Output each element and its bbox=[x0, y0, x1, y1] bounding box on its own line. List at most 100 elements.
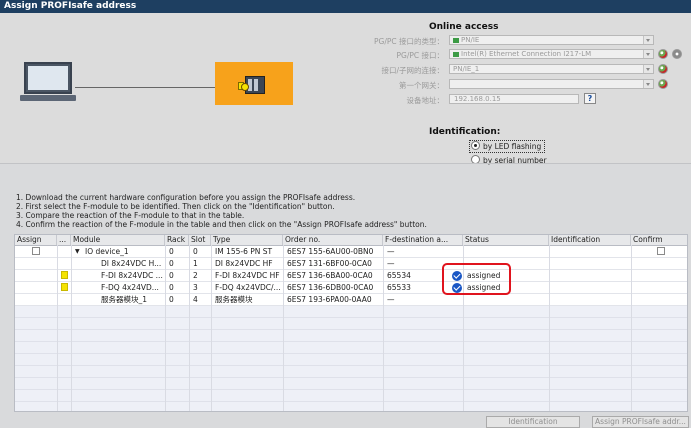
pgpc-laptop-icon bbox=[20, 62, 76, 104]
status-highlight-annotation bbox=[442, 263, 511, 295]
led-flashing-radio[interactable] bbox=[471, 141, 480, 150]
slot-value: 0 bbox=[193, 247, 198, 256]
device-address-field[interactable]: 192.168.0.15 bbox=[449, 94, 579, 104]
online-access-area: Online access PG/PC 接口的类型： PN/IE PG/PC 接… bbox=[0, 13, 691, 165]
col-assign[interactable]: Assign bbox=[15, 235, 57, 245]
rack-value: 0 bbox=[169, 247, 174, 256]
empty-row bbox=[15, 354, 687, 366]
pgpc-type-value: PN/IE bbox=[461, 36, 480, 44]
instruction-step-2: 2. First select the F-module to be ident… bbox=[16, 202, 335, 211]
empty-row bbox=[15, 366, 687, 378]
status-value bbox=[465, 246, 549, 257]
subnet-connection-select[interactable]: PN/IE_1 bbox=[449, 64, 654, 74]
assign-checkbox[interactable] bbox=[32, 247, 40, 255]
module-name: DI 8x24VDC H... bbox=[101, 259, 162, 268]
online-access-title: Online access bbox=[429, 22, 499, 32]
gateway-status-icon[interactable] bbox=[658, 79, 668, 89]
instruction-step-1: 1. Download the current hardware configu… bbox=[16, 193, 356, 202]
table-row[interactable]: F-DI 8x24VDC ... 0 2 F-DI 8x24VDC HF 6ES… bbox=[15, 270, 687, 282]
pgpc-interface-select[interactable]: Intel(R) Ethernet Connection I217-LM bbox=[449, 49, 654, 59]
table-row[interactable]: 服务器模块_1 0 4 服务器模块 6ES7 193-6PA00-0AA0 — bbox=[15, 294, 687, 306]
identification-title: Identification: bbox=[429, 127, 501, 137]
order-no-value: 6ES7 131-6BF00-0CA0 bbox=[287, 259, 372, 268]
col-order-no[interactable]: Order no. bbox=[283, 235, 383, 245]
col-confirm[interactable]: Confirm bbox=[631, 235, 687, 245]
type-value: F-DQ 4x24VDC/... bbox=[215, 283, 281, 292]
status-value bbox=[465, 294, 549, 305]
expand-arrow-icon[interactable]: ▼ bbox=[73, 246, 83, 257]
first-gateway-label: 第一个网关： bbox=[399, 81, 444, 90]
column-divider bbox=[631, 245, 632, 411]
module-name: IO device_1 bbox=[85, 247, 129, 256]
type-value: 服务器模块 bbox=[215, 295, 253, 304]
column-divider bbox=[57, 245, 58, 411]
module-name: F-DI 8x24VDC ... bbox=[101, 271, 163, 280]
col-status[interactable]: Status bbox=[463, 235, 549, 245]
empty-row bbox=[15, 330, 687, 342]
module-name: F-DQ 4x24VD... bbox=[101, 283, 159, 292]
subnet-connection-value: PN/IE_1 bbox=[453, 65, 480, 73]
table-row[interactable]: ▼ IO device_1 0 0 IM 155-6 PN ST 6ES7 15… bbox=[15, 246, 687, 258]
f-module-marker-icon bbox=[61, 271, 68, 279]
chevron-down-icon[interactable] bbox=[643, 80, 653, 88]
f-destination-value: — bbox=[387, 295, 395, 304]
table-row[interactable]: DI 8x24VDC H... 0 1 DI 8x24VDC HF 6ES7 1… bbox=[15, 258, 687, 270]
column-divider bbox=[165, 245, 166, 411]
col-module[interactable]: Module bbox=[71, 235, 165, 245]
module-name: 服务器模块_1 bbox=[101, 295, 148, 304]
rack-value: 0 bbox=[169, 295, 174, 304]
order-no-value: 6ES7 136-6DB00-0CA0 bbox=[287, 283, 374, 292]
col-slot[interactable]: Slot bbox=[189, 235, 211, 245]
pgpc-type-select[interactable]: PN/IE bbox=[449, 35, 654, 45]
rack-value: 0 bbox=[169, 259, 174, 268]
led-flash-icon bbox=[241, 83, 249, 91]
col-f-destination[interactable]: F-destination a... bbox=[383, 235, 463, 245]
interface-status-icon[interactable] bbox=[658, 49, 668, 59]
col-type[interactable]: Type bbox=[211, 235, 283, 245]
chevron-down-icon[interactable] bbox=[643, 50, 653, 58]
interface-properties-icon[interactable] bbox=[672, 49, 682, 59]
rack-value: 0 bbox=[169, 271, 174, 280]
empty-row bbox=[15, 342, 687, 354]
empty-row bbox=[15, 318, 687, 330]
type-value: DI 8x24VDC HF bbox=[215, 259, 273, 268]
chevron-down-icon[interactable] bbox=[643, 36, 653, 44]
col-more[interactable]: ... bbox=[57, 235, 71, 245]
type-value: IM 155-6 PN ST bbox=[215, 247, 273, 256]
connection-line bbox=[75, 87, 215, 88]
address-help-icon[interactable]: ? bbox=[584, 93, 596, 104]
slot-value: 1 bbox=[193, 259, 198, 268]
column-divider bbox=[549, 245, 550, 411]
order-no-value: 6ES7 193-6PA00-0AA0 bbox=[287, 295, 372, 304]
empty-row bbox=[15, 306, 687, 318]
pgpc-interface-value: Intel(R) Ethernet Connection I217-LM bbox=[461, 50, 592, 58]
f-destination-value: — bbox=[387, 247, 395, 256]
instruction-step-4: 4. Confirm the reaction of the F-module … bbox=[16, 220, 427, 229]
device-address-value: 192.168.0.15 bbox=[454, 95, 501, 103]
chevron-down-icon[interactable] bbox=[643, 65, 653, 73]
table-header: Assign ... Module Rack Slot Type Order n… bbox=[15, 235, 687, 246]
section-divider bbox=[0, 163, 691, 164]
fmodule-table: Assign ... Module Rack Slot Type Order n… bbox=[14, 234, 688, 412]
subnet-connection-label: 接口/子网的连接： bbox=[381, 66, 444, 75]
table-row[interactable]: F-DQ 4x24VD... 0 3 F-DQ 4x24VDC/... 6ES7… bbox=[15, 282, 687, 294]
column-divider bbox=[211, 245, 212, 411]
slot-value: 2 bbox=[193, 271, 198, 280]
subnet-status-icon[interactable] bbox=[658, 64, 668, 74]
column-divider bbox=[383, 245, 384, 411]
pgpc-interface-label: PG/PC 接口： bbox=[396, 51, 444, 60]
col-rack[interactable]: Rack bbox=[165, 235, 189, 245]
col-identification[interactable]: Identification bbox=[549, 235, 631, 245]
rack-value: 0 bbox=[169, 283, 174, 292]
pgpc-type-label: PG/PC 接口的类型： bbox=[373, 37, 444, 46]
first-gateway-select[interactable] bbox=[449, 79, 654, 89]
type-value: F-DI 8x24VDC HF bbox=[215, 271, 280, 280]
empty-row bbox=[15, 378, 687, 390]
assign-profisafe-button[interactable]: Assign PROFIsafe addr... bbox=[592, 416, 689, 428]
confirm-checkbox[interactable] bbox=[657, 247, 665, 255]
identification-button[interactable]: Identification bbox=[486, 416, 580, 428]
ethernet-icon bbox=[453, 37, 459, 43]
device-address-label: 设备地址： bbox=[406, 96, 445, 105]
window-title: Assign PROFIsafe address bbox=[4, 1, 137, 11]
slot-value: 4 bbox=[193, 295, 198, 304]
